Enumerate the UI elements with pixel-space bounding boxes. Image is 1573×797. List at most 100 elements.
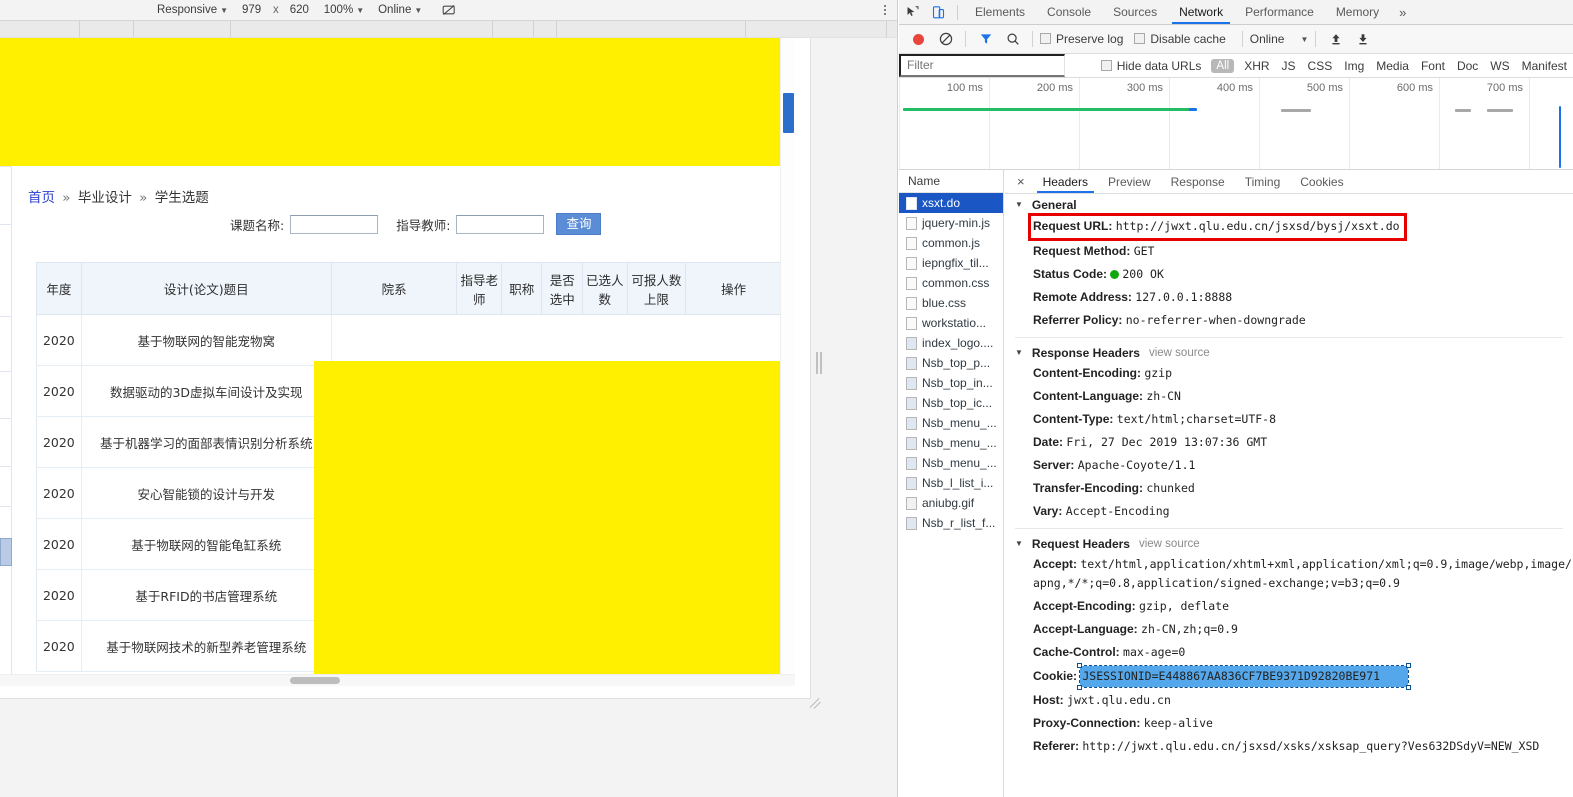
scrollbar-thumb[interactable] [783, 93, 794, 133]
hide-data-urls-label: Hide data URLs [1116, 58, 1202, 73]
search-button[interactable]: 查询 [556, 213, 602, 235]
advisor-input[interactable] [456, 214, 545, 234]
import-har-icon[interactable] [1323, 27, 1348, 52]
list-item[interactable]: Nsb_top_in... [899, 373, 1003, 393]
preserve-log-checkbox[interactable]: Preserve log [1040, 32, 1123, 46]
general-section-header[interactable]: ▼ General [1005, 194, 1573, 214]
list-item[interactable]: common.css [899, 273, 1003, 293]
header-value: zh-CN,zh;q=0.9 [1141, 622, 1238, 636]
list-item[interactable]: Nsb_top_p... [899, 353, 1003, 373]
response-header-row: Date: Fri, 27 Dec 2019 13:07:36 GMT [1005, 431, 1573, 454]
tab-elements[interactable]: Elements [964, 0, 1036, 24]
view-source-link[interactable]: view source [1139, 538, 1200, 550]
filter-type-font[interactable]: Font [1415, 59, 1451, 73]
filter-type-img[interactable]: Img [1338, 59, 1370, 73]
list-item[interactable]: Nsb_menu_... [899, 453, 1003, 473]
network-throttling-select[interactable]: Online ▼ [371, 0, 429, 20]
tab-timing[interactable]: Timing [1235, 170, 1291, 193]
viewport-corner-resize-handle[interactable] [809, 696, 824, 710]
breadcrumb-home-link[interactable]: 首页 [28, 190, 55, 206]
filter-type-manifest[interactable]: Manifest [1516, 59, 1573, 73]
zoom-label: 100% [323, 4, 354, 16]
list-item[interactable]: Nsb_menu_... [899, 413, 1003, 433]
device-preset-select[interactable]: Responsive ▼ [150, 0, 235, 20]
tab-memory[interactable]: Memory [1325, 0, 1390, 24]
request-list-header[interactable]: Name [899, 170, 1003, 193]
filter-type-all[interactable]: All [1211, 58, 1235, 73]
request-name: Nsb_menu_... [922, 456, 997, 470]
viewport-width-resize-handle[interactable] [814, 348, 824, 378]
list-item[interactable]: Nsb_menu_... [899, 433, 1003, 453]
filter-type-ws[interactable]: WS [1484, 59, 1515, 73]
disable-cache-checkbox[interactable]: Disable cache [1134, 32, 1226, 46]
tab-preview[interactable]: Preview [1098, 170, 1161, 193]
request-name: jquery-min.js [922, 216, 991, 230]
list-item[interactable]: common.js [899, 233, 1003, 253]
topic-name-input[interactable] [290, 214, 379, 234]
request-headers-section-header[interactable]: ▼ Request Headers view source [1005, 533, 1573, 553]
rotate-icon[interactable] [441, 2, 457, 18]
list-item[interactable]: aniubg.gif [899, 493, 1003, 513]
list-item[interactable]: iepngfix_til... [899, 253, 1003, 273]
table-row[interactable]: 2020 基于物联网的智能宠物窝 [36, 314, 783, 366]
device-width-input[interactable]: 979 [235, 0, 269, 20]
cookie-selection-highlight[interactable]: JSESSIONID=E448867AA836CF7BE9371D92820BE… [1077, 663, 1412, 690]
tab-response[interactable]: Response [1161, 170, 1235, 193]
filter-input[interactable] [899, 54, 1065, 77]
filter-type-xhr[interactable]: XHR [1238, 59, 1275, 73]
response-headers-section-header[interactable]: ▼ Response Headers view source [1005, 342, 1573, 362]
overview-tick: 500 ms [1306, 82, 1343, 94]
cell-year: 2020 [36, 314, 82, 366]
list-item[interactable]: Nsb_l_list_i... [899, 473, 1003, 493]
request-header-row: Cache-Control: max-age=0 [1005, 641, 1573, 664]
throttling-select[interactable]: Online ▼ [1250, 32, 1309, 46]
tab-cookies[interactable]: Cookies [1290, 170, 1353, 193]
device-toolbar-icon[interactable] [925, 0, 951, 24]
overview-load-marker [1559, 106, 1561, 168]
network-body: Name xsxt.do jquery-min.js common.js iep… [899, 170, 1573, 797]
list-item[interactable]: blue.css [899, 293, 1003, 313]
response-header-row: Vary: Accept-Encoding [1005, 500, 1573, 523]
filter-type-doc[interactable]: Doc [1451, 59, 1484, 73]
record-button-icon[interactable] [906, 27, 931, 52]
zoom-select[interactable]: 100% ▼ [317, 0, 371, 20]
list-item[interactable]: jquery-min.js [899, 213, 1003, 233]
request-name: common.css [922, 276, 990, 290]
export-har-icon[interactable] [1350, 27, 1375, 52]
page-horizontal-scrollbar[interactable] [0, 674, 795, 686]
list-item[interactable]: workstatio... [899, 313, 1003, 333]
cookie-value: JSESSIONID=E448867AA836CF7BE9371D92820BE… [1082, 669, 1381, 683]
search-icon[interactable] [1000, 27, 1025, 52]
inspect-element-icon[interactable] [899, 0, 925, 24]
network-overview-timeline[interactable]: 100 ms 200 ms 300 ms 400 ms 500 ms 600 m… [899, 78, 1573, 170]
tab-console[interactable]: Console [1036, 0, 1102, 24]
device-height-input[interactable]: 620 [283, 0, 317, 20]
list-item[interactable]: index_logo.... [899, 333, 1003, 353]
clear-icon[interactable] [933, 27, 958, 52]
more-tabs-button[interactable]: » [1390, 5, 1415, 20]
list-item[interactable]: xsxt.do [899, 193, 1003, 213]
view-source-link[interactable]: view source [1149, 347, 1210, 359]
scrollbar-thumb[interactable] [290, 677, 340, 684]
hide-data-urls-checkbox[interactable]: Hide data URLs [1095, 59, 1208, 73]
status-code-label: Status Code: [1033, 267, 1108, 281]
tab-performance[interactable]: Performance [1234, 0, 1325, 24]
list-item[interactable]: Nsb_r_list_f... [899, 513, 1003, 533]
header-value: text/html,application/xhtml+xml,applicat… [1033, 557, 1572, 590]
page-vertical-scrollbar[interactable] [780, 38, 795, 686]
image-icon [906, 456, 917, 470]
filter-type-media[interactable]: Media [1370, 59, 1415, 73]
filter-type-js[interactable]: JS [1276, 59, 1302, 73]
stylesheet-icon [906, 276, 917, 290]
tab-network[interactable]: Network [1168, 0, 1234, 24]
filter-type-css[interactable]: CSS [1302, 59, 1339, 73]
tab-headers[interactable]: Headers [1033, 170, 1098, 193]
list-item[interactable]: Nsb_top_ic... [899, 393, 1003, 413]
tab-sources[interactable]: Sources [1102, 0, 1168, 24]
close-icon[interactable]: × [1009, 170, 1033, 193]
headers-scroll-area[interactable]: ▼ General Request URL: http://jwxt.qlu.e… [1005, 194, 1573, 797]
chevron-down-icon: ▼ [220, 6, 229, 15]
filter-funnel-icon[interactable] [973, 27, 998, 52]
header-name: Accept-Language: [1033, 622, 1138, 636]
device-toolbar-menu-button[interactable] [878, 2, 892, 18]
